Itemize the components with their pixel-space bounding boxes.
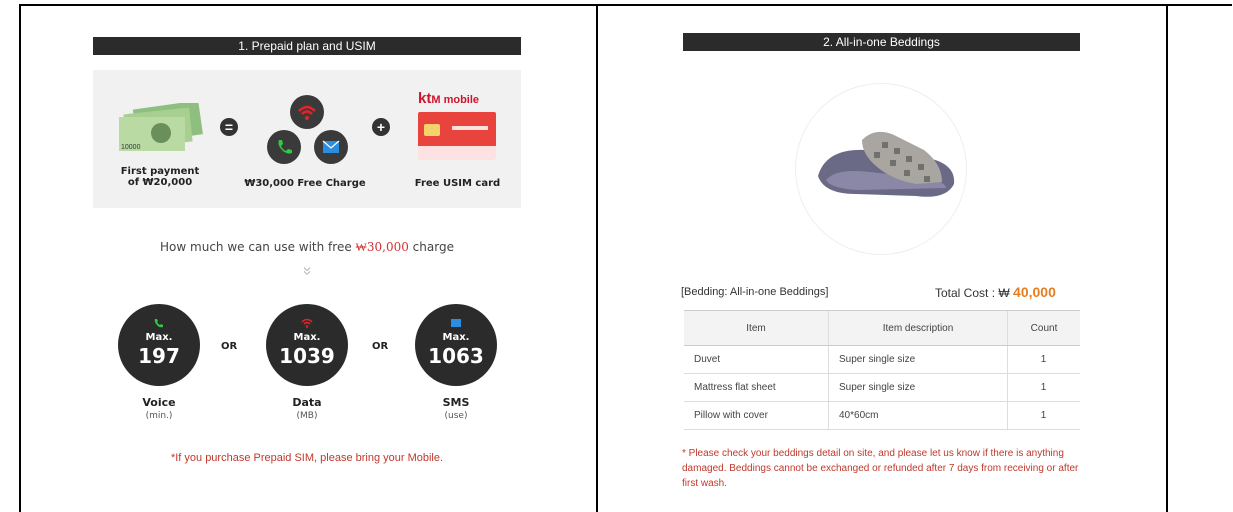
voice-max-label: Max. [145,332,173,343]
or-label-1: OR [221,341,238,352]
cell-item: Mattress flat sheet [684,373,829,402]
voice-max-circle: Max. 197 [118,304,200,386]
cell-count: 1 [1007,373,1080,402]
chevron-down-icon: » [299,266,316,276]
sms-max-circle: Max. 1063 [415,304,497,386]
first-payment-caption: First payment of ₩20,000 [115,166,205,188]
howmuch-after: charge [408,240,454,254]
prepaid-sim-note: *If you purchase Prepaid SIM, please bri… [170,452,444,464]
howmuch-amount: ₩30,000 [355,240,409,254]
sms-unit: (use) [444,411,468,421]
howmuch-before: How much we can use with free [160,240,356,254]
data-max-label: Max. [293,332,321,343]
data-max-circle: Max. 1039 [266,304,348,386]
bedding-image [818,131,955,197]
total-cost-value: 40,000 [1013,284,1056,300]
cell-item: Duvet [684,345,829,374]
data-unit: (MB) [296,411,318,421]
sms-max-label: Max. [442,332,470,343]
voice-max-value: 197 [138,344,180,368]
phone-icon [154,319,163,328]
sms-label: SMS [442,396,470,409]
sms-mail-icon [314,130,348,164]
wifi-icon [301,318,313,328]
brand-mmobile: M mobile [431,94,480,106]
column-divider-right [1166,4,1168,512]
table-header-row: Item Item description Count [684,310,1080,346]
cell-count: 1 [1007,401,1080,430]
cell-description: Super single size [828,345,1008,374]
mail-icon [451,319,461,327]
kt-mmobile-logo: ktM mobile [418,90,479,107]
usim-caption: Free USIM card [414,178,501,189]
brand-kt: kt [418,90,432,107]
col-count: Count [1007,310,1080,346]
plus-icon: + [372,118,390,136]
first-payment-line1: First payment [120,166,200,177]
data-label: Data [292,396,322,409]
column-divider [596,4,598,512]
voice-label: Voice [142,396,176,409]
first-payment-line2: of ₩20,000 [127,177,193,188]
total-cost-label: Total Cost : ₩ [935,286,1010,300]
section1-header: 1. Prepaid plan and USIM [93,37,521,55]
free-charge-caption: ₩30,000 Free Charge [244,178,366,189]
bedding-note: * Please check your beddings detail on s… [682,448,1079,489]
banknote-number: 10000 [121,144,141,151]
data-wifi-icon [290,95,324,129]
cell-item: Pillow with cover [684,401,829,430]
table-row: Duvet Super single size 1 [684,345,1080,374]
cell-description: Super single size [828,373,1008,402]
cell-count: 1 [1007,345,1080,374]
table-row: Pillow with cover 40*60cm 1 [684,401,1080,430]
total-cost: Total Cost : ₩ 40,000 [935,284,1056,300]
cell-description: 40*60cm [828,401,1008,430]
col-item: Item [684,310,829,346]
howmuch-text: How much we can use with free ₩30,000 ch… [93,240,521,255]
data-max-value: 1039 [279,344,335,368]
usim-card-image [418,112,496,160]
voice-unit: (min.) [145,411,173,421]
sms-max-value: 1063 [428,344,484,368]
voice-phone-icon [267,130,301,164]
table-row: Mattress flat sheet Super single size 1 [684,373,1080,402]
banknote-image: 10000 [119,103,203,151]
section2-header: 2. All-in-one Beddings [683,33,1080,51]
bedding-image-frame [795,83,967,255]
bedding-label: [Bedding: All-in-one Beddings] [681,286,829,298]
bedding-items-table: Item Item description Count Duvet Super … [684,310,1080,430]
equals-icon: = [220,118,238,136]
col-description: Item description [828,310,1008,346]
or-label-2: OR [372,341,389,352]
